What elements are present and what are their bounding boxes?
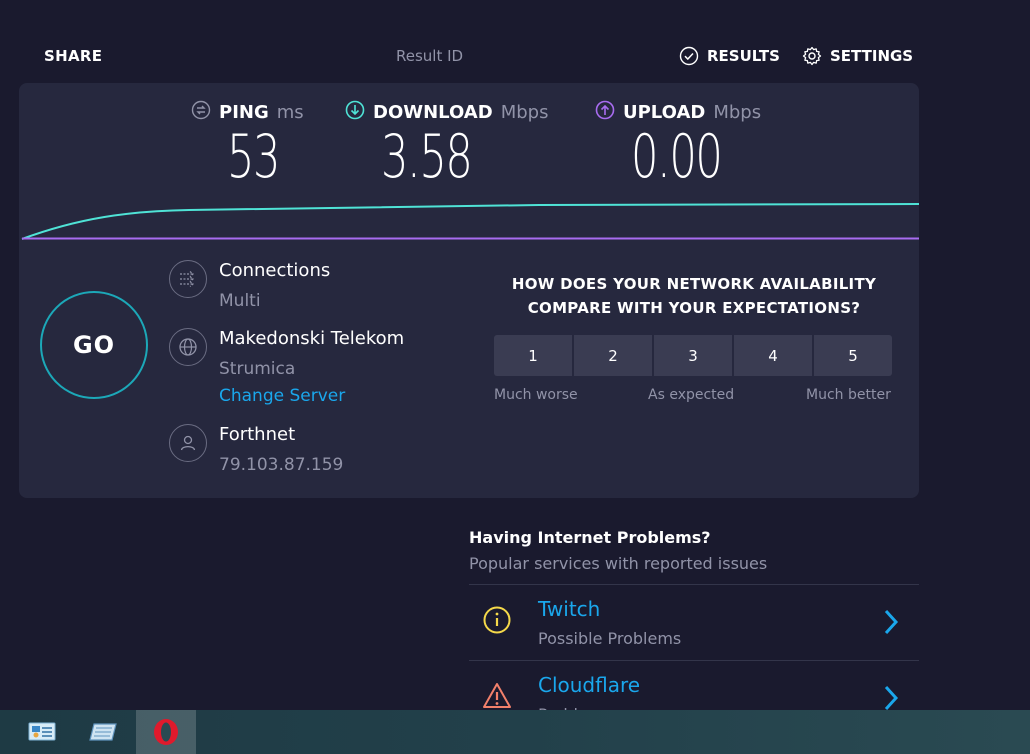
settings-button[interactable]: SETTINGS — [802, 46, 913, 66]
problems-subtitle: Popular services with reported issues — [469, 554, 768, 573]
scale-low-label: Much worse — [494, 387, 578, 403]
results-label: RESULTS — [707, 47, 780, 65]
info-icon — [482, 605, 512, 635]
check-circle-icon — [679, 46, 699, 66]
gear-icon — [802, 46, 822, 66]
scale-high-label: Much better — [806, 387, 891, 403]
connections-value: Multi — [219, 291, 261, 311]
rating-option-4[interactable]: 4 — [734, 335, 812, 376]
connections-icon — [169, 260, 207, 298]
upload-value: 0.00 — [631, 122, 723, 192]
ip-address: 79.103.87.159 — [219, 455, 344, 475]
rating-option-3[interactable]: 3 — [654, 335, 732, 376]
ping-unit: ms — [276, 102, 304, 123]
change-server-link[interactable]: Change Server — [219, 386, 404, 406]
problem-item-twitch[interactable]: Twitch Possible Problems — [469, 584, 919, 660]
ping-metric: PING ms 53 — [191, 100, 304, 189]
ping-icon — [191, 100, 211, 125]
rating-option-2[interactable]: 2 — [574, 335, 652, 376]
download-unit: Mbps — [500, 102, 549, 123]
results-button[interactable]: RESULTS — [679, 46, 780, 66]
server-location: Strumica — [219, 359, 296, 379]
download-label: DOWNLOAD — [373, 102, 493, 123]
problem-service-name: Cloudflare — [538, 673, 641, 697]
ping-value: 53 — [227, 122, 281, 192]
download-graph-line — [21, 203, 919, 240]
rating-option-1[interactable]: 1 — [494, 335, 572, 376]
problem-service-name: Twitch — [538, 597, 601, 621]
result-id-label: Result ID — [396, 47, 464, 65]
upload-metric: UPLOAD Mbps 0.00 — [595, 100, 761, 189]
file-manager-icon[interactable] — [74, 710, 134, 754]
rating-options: 1 2 3 4 5 — [494, 335, 892, 376]
upload-icon — [595, 100, 615, 125]
download-metric: DOWNLOAD Mbps 3.58 — [345, 100, 548, 189]
chevron-right-icon — [881, 683, 901, 713]
isp-info: Forthnet 79.103.87.159 — [169, 424, 343, 476]
scale-mid-label: As expected — [648, 387, 735, 403]
speed-graph — [21, 203, 919, 240]
upload-label: UPLOAD — [623, 102, 706, 123]
download-value: 3.58 — [381, 122, 473, 192]
problem-status: Possible Problems — [538, 629, 682, 648]
isp-name: Forthnet — [219, 424, 296, 445]
download-icon — [345, 100, 365, 125]
server-name: Makedonski Telekom — [219, 328, 405, 349]
user-icon — [169, 424, 207, 462]
opera-browser-icon[interactable] — [136, 710, 196, 754]
connections-label: Connections — [219, 260, 331, 281]
server-info: Makedonski Telekom Strumica Change Serve… — [169, 328, 404, 406]
survey-question: HOW DOES YOUR NETWORK AVAILABILITY COMPA… — [511, 275, 877, 317]
control-panel-icon[interactable] — [12, 710, 72, 754]
rating-option-5[interactable]: 5 — [814, 335, 892, 376]
connections-info: Connections Multi — [169, 260, 330, 312]
share-button[interactable]: SHARE — [44, 47, 102, 65]
globe-icon — [169, 328, 207, 366]
problems-title: Having Internet Problems? — [469, 528, 711, 547]
taskbar — [0, 710, 1030, 754]
chevron-right-icon — [881, 607, 901, 637]
ping-label: PING — [219, 102, 269, 123]
upload-unit: Mbps — [713, 102, 762, 123]
warning-icon — [482, 681, 512, 711]
settings-label: SETTINGS — [830, 47, 914, 65]
go-button[interactable]: GO — [40, 291, 148, 399]
speedtest-card: PING ms 53 DOWNLOAD Mbps 3.58 UPLOAD Mbp… — [19, 83, 919, 498]
